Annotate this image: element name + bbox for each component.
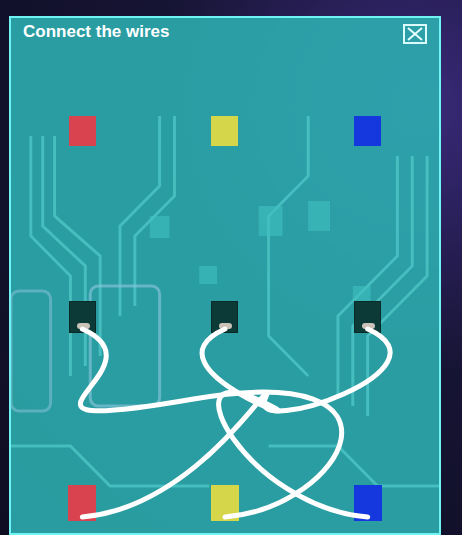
wire-socket[interactable] xyxy=(69,301,96,333)
wires-panel: Connect the wires xyxy=(9,16,441,535)
target-square[interactable] xyxy=(69,116,96,146)
plug-nub xyxy=(362,323,375,329)
source-square[interactable] xyxy=(354,485,382,521)
close-button[interactable] xyxy=(403,24,427,44)
close-icon xyxy=(406,27,424,41)
wire[interactable] xyxy=(202,329,368,517)
source-square[interactable] xyxy=(68,485,96,521)
plug-nub xyxy=(77,323,90,329)
wire-socket[interactable] xyxy=(354,301,381,333)
wires-layer xyxy=(11,116,439,535)
target-square[interactable] xyxy=(354,116,381,146)
wire-socket[interactable] xyxy=(211,301,238,333)
plug-nub xyxy=(219,323,232,329)
board xyxy=(11,116,439,535)
wire[interactable] xyxy=(80,329,341,517)
target-square[interactable] xyxy=(211,116,238,146)
wire[interactable] xyxy=(82,329,390,517)
panel-title: Connect the wires xyxy=(11,18,169,46)
source-square[interactable] xyxy=(211,485,239,521)
